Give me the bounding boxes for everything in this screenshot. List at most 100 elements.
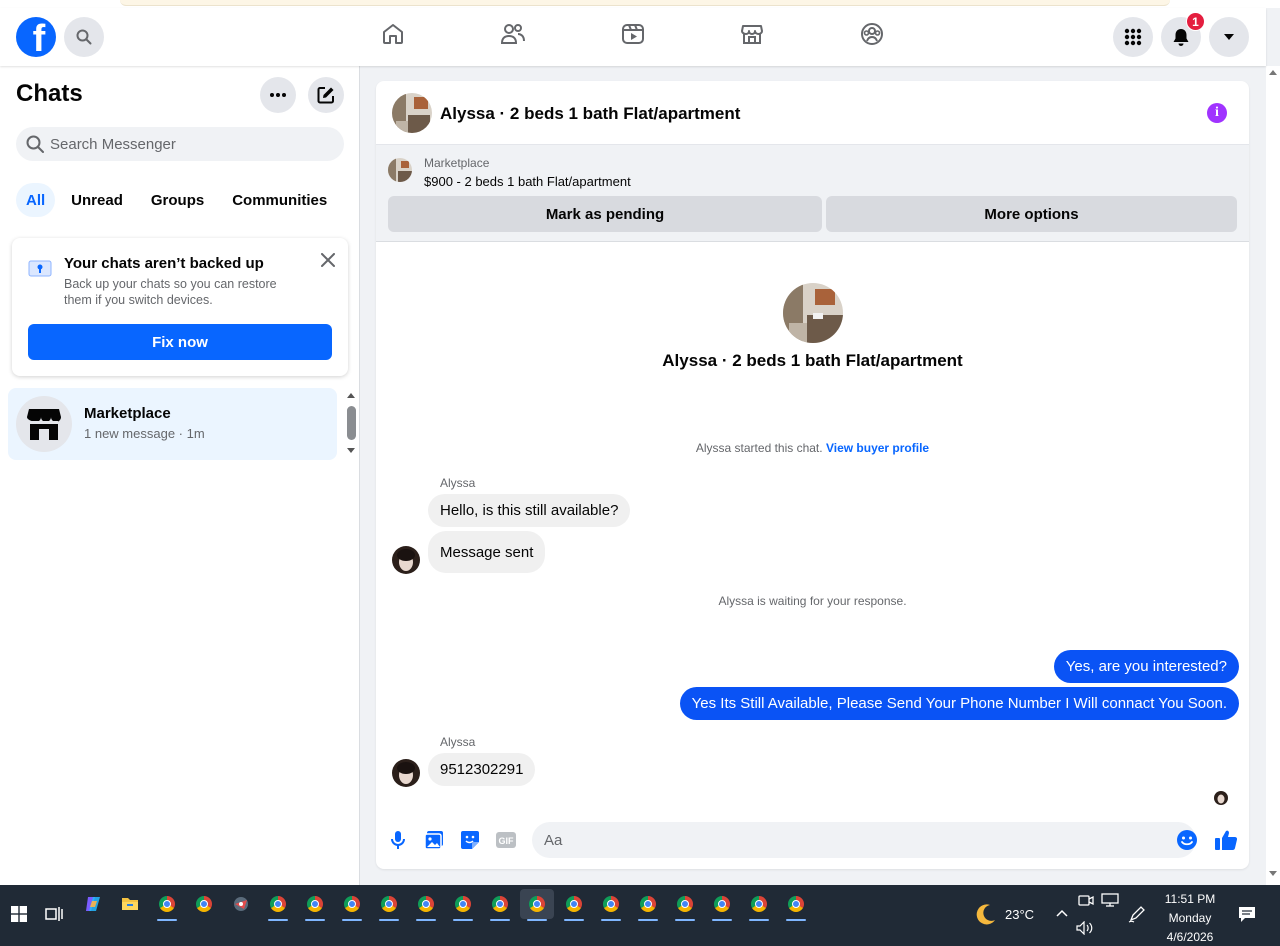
chrome-icon[interactable]: [631, 889, 665, 921]
filter-tab-groups[interactable]: Groups: [139, 183, 216, 217]
emoji-icon[interactable]: [1175, 828, 1199, 852]
app-icon[interactable]: [224, 889, 258, 919]
pen-icon[interactable]: [1128, 905, 1146, 926]
copilot-icon[interactable]: [76, 889, 110, 919]
close-icon[interactable]: [317, 249, 339, 271]
info-icon[interactable]: i: [1207, 103, 1227, 123]
svg-text:GIF: GIF: [499, 836, 515, 846]
chrome-icon[interactable]: [520, 889, 554, 921]
weather-widget[interactable]: 23°C: [975, 903, 1034, 925]
show-hidden-icons-chevron-icon[interactable]: [1056, 905, 1068, 920]
chrome-icon[interactable]: [557, 889, 591, 921]
mark-as-pending-button[interactable]: Mark as pending: [388, 196, 822, 232]
message-input[interactable]: [532, 822, 1196, 858]
meet-now-icon[interactable]: [1078, 893, 1094, 910]
marketplace-listing-bar: Marketplace $900 - 2 beds 1 bath Flat/ap…: [376, 145, 1249, 242]
scroll-thumb[interactable]: [347, 406, 356, 440]
scroll-down-arrow-icon[interactable]: [347, 448, 355, 453]
chrome-icon[interactable]: [187, 889, 221, 919]
chrome-icon[interactable]: [335, 889, 369, 921]
more-options-icon[interactable]: [260, 77, 296, 113]
chrome-icon[interactable]: [446, 889, 480, 921]
chat-list-item-marketplace[interactable]: Marketplace 1 new message · 1m: [8, 388, 337, 460]
thumbs-up-icon[interactable]: [1214, 828, 1238, 852]
page-scrollbar[interactable]: [1266, 66, 1280, 885]
sender-name: Alyssa: [440, 735, 476, 749]
conversation-title[interactable]: Alyssa · 2 beds 1 bath Flat/apartment: [440, 104, 740, 124]
chrome-icon[interactable]: [483, 889, 517, 921]
chat-list-scrollbar[interactable]: [343, 390, 357, 458]
clock-time: 11:51 PM: [1164, 892, 1216, 906]
photo-icon[interactable]: [422, 828, 446, 852]
chats-sidebar: Chats All Unread Groups Communities Your…: [0, 66, 360, 885]
chrome-icon[interactable]: [668, 889, 702, 921]
outgoing-message[interactable]: Yes, are you interested?: [1053, 650, 1239, 683]
chrome-icon[interactable]: [261, 889, 295, 921]
sender-name: Alyssa: [440, 476, 476, 490]
chrome-icon[interactable]: [298, 889, 332, 921]
chrome-icon[interactable]: [409, 889, 443, 921]
scroll-up-arrow-icon[interactable]: [1269, 70, 1277, 75]
facebook-logo[interactable]: f: [16, 17, 56, 57]
menu-grid-icon[interactable]: [1113, 17, 1153, 57]
filter-tab-unread[interactable]: Unread: [59, 183, 135, 217]
scroll-up-arrow-icon[interactable]: [347, 393, 355, 398]
file-explorer-icon[interactable]: [113, 889, 147, 919]
listing-title[interactable]: $900 - 2 beds 1 bath Flat/apartment: [424, 174, 631, 189]
incoming-message[interactable]: 9512302291: [428, 753, 536, 786]
network-icon[interactable]: [1101, 893, 1119, 910]
filter-tab-communities[interactable]: Communities: [220, 183, 339, 217]
incoming-message[interactable]: Hello, is this still available?: [428, 494, 631, 527]
fix-now-button[interactable]: Fix now: [28, 324, 332, 360]
browser-top-strip: [0, 0, 1280, 8]
chrome-icon[interactable]: [779, 889, 813, 921]
backup-title: Your chats aren’t backed up: [64, 255, 264, 272]
outgoing-message[interactable]: Yes Its Still Available, Please Send You…: [679, 687, 1239, 720]
task-view-icon[interactable]: [37, 899, 71, 929]
chat-started-notice: Alyssa started this chat. View buyer pro…: [695, 441, 930, 455]
messenger-search[interactable]: [16, 127, 344, 161]
notifications-center-icon[interactable]: [1238, 905, 1256, 926]
chrome-icon[interactable]: [150, 889, 184, 921]
message-composer: GIF: [376, 821, 1249, 869]
view-buyer-profile-link[interactable]: View buyer profile: [826, 441, 929, 455]
system-clock[interactable]: 11:51 PM Monday 4/6/2026: [1150, 890, 1230, 946]
incoming-message[interactable]: Message sent: [428, 531, 546, 573]
filter-tab-all[interactable]: All: [16, 183, 56, 217]
chrome-icon[interactable]: [742, 889, 776, 921]
chrome-icon[interactable]: [705, 889, 739, 921]
scroll-down-arrow-icon[interactable]: [1269, 871, 1277, 876]
sender-avatar[interactable]: [392, 546, 420, 574]
chrome-icon[interactable]: [372, 889, 406, 921]
marketplace-icon[interactable]: [739, 21, 765, 47]
backup-warning-card: Your chats aren’t backed up Back up your…: [12, 238, 348, 376]
windows-start-icon[interactable]: [2, 899, 36, 929]
conversation-panel: Alyssa · 2 beds 1 bath Flat/apartment i …: [376, 81, 1249, 869]
more-options-button[interactable]: More options: [826, 196, 1237, 232]
gif-icon[interactable]: GIF: [494, 828, 518, 852]
account-chevron-icon[interactable]: [1209, 17, 1249, 57]
sender-avatar[interactable]: [392, 759, 420, 787]
waiting-notice: Alyssa is waiting for your response.: [718, 594, 907, 608]
conversation-avatar[interactable]: [783, 283, 843, 343]
browser-address-bar[interactable]: [120, 0, 1170, 6]
new-message-icon[interactable]: [308, 77, 344, 113]
sticker-icon[interactable]: [458, 828, 482, 852]
friends-icon[interactable]: [500, 21, 526, 47]
volume-icon[interactable]: [1076, 920, 1094, 938]
marketplace-label: Marketplace: [424, 156, 490, 170]
search-icon[interactable]: [64, 17, 104, 57]
search-input[interactable]: [50, 135, 320, 153]
clock-date: 4/6/2026: [1166, 930, 1214, 944]
listing-thumbnail[interactable]: [388, 158, 412, 182]
backup-description: Back up your chats so you can restore th…: [64, 277, 277, 307]
chats-title: Chats: [16, 80, 83, 107]
chrome-icon[interactable]: [594, 889, 628, 921]
listing-avatar[interactable]: [392, 93, 432, 133]
home-icon[interactable]: [380, 21, 406, 47]
microphone-icon[interactable]: [386, 828, 410, 852]
chat-filter-tabs: All Unread Groups Communities: [16, 183, 343, 217]
groups-icon[interactable]: [859, 21, 885, 47]
read-receipt-avatar: [1214, 791, 1228, 805]
video-icon[interactable]: [620, 21, 646, 47]
